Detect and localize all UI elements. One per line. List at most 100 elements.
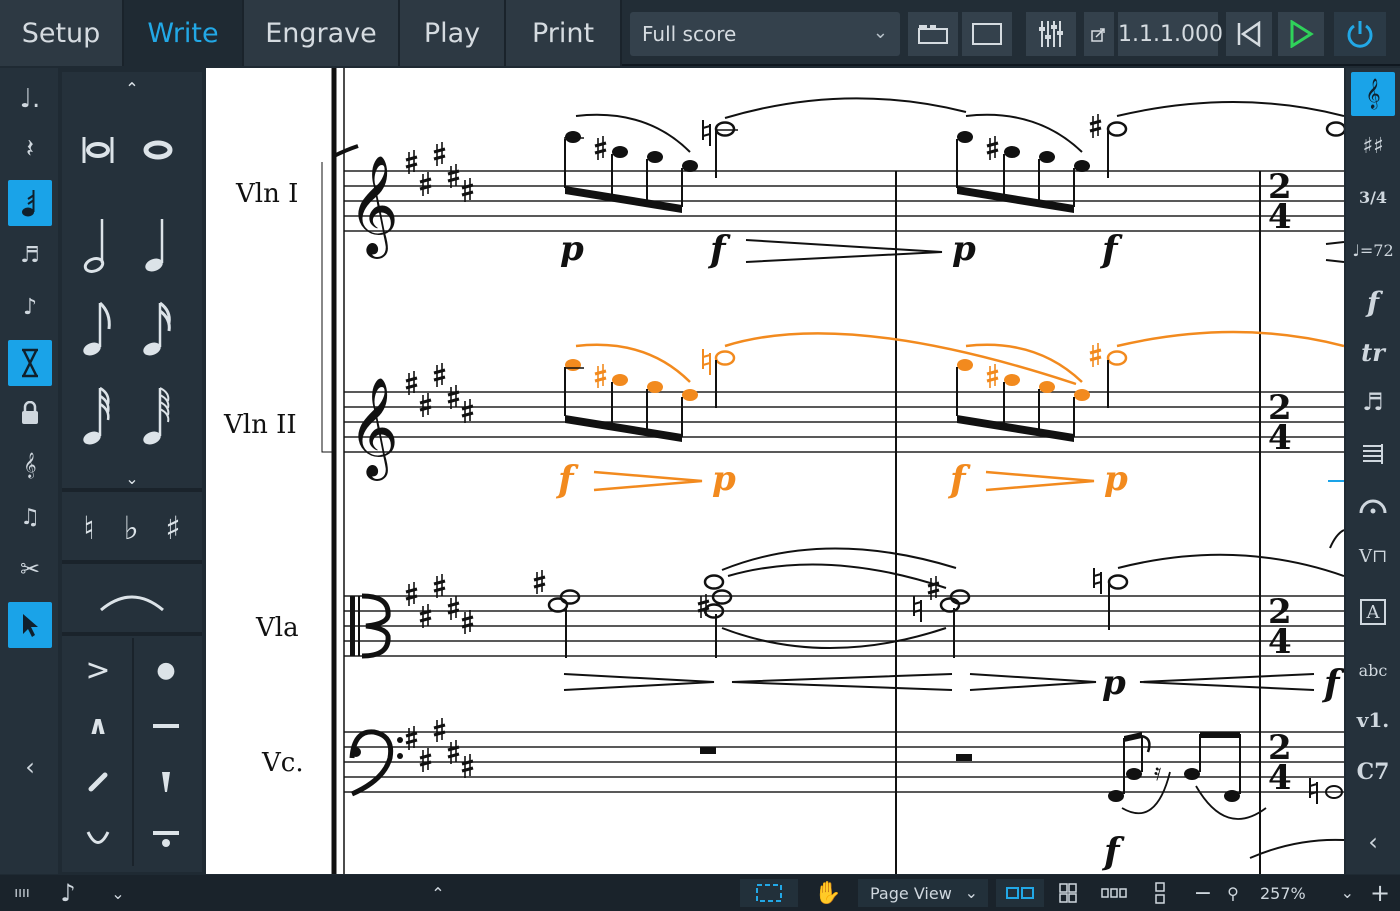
clefs-button[interactable]: 𝄞 <box>1351 72 1395 116</box>
key-signatures-button[interactable]: ♯♯ <box>1351 124 1395 168</box>
select-tool-icon <box>23 614 38 637</box>
duration-sixteenth[interactable] <box>128 294 188 364</box>
single-pages-vertical-icon <box>1155 882 1165 904</box>
time-sig-bottom: 4 <box>1268 197 1292 237</box>
zoom-icon: ⚲ <box>1227 883 1239 903</box>
duration-whole[interactable] <box>128 120 188 180</box>
dynamics-button[interactable]: f <box>1351 280 1395 324</box>
articulation-marcato[interactable]: ∧ <box>68 698 128 754</box>
text-button[interactable]: A <box>1351 590 1395 634</box>
dynamic-f: f <box>1099 229 1123 271</box>
tuplet-button[interactable]: ♬ <box>8 232 52 278</box>
articulation-staccato[interactable]: ● <box>136 642 196 698</box>
time-signatures-button[interactable]: 3/4 <box>1351 176 1395 220</box>
chord-symbols-button[interactable]: C7 <box>1351 750 1395 794</box>
single-pages-horizontal-button[interactable] <box>1094 879 1134 907</box>
expand-transport-icon <box>1091 28 1105 42</box>
duration-eighth[interactable] <box>68 294 128 364</box>
lock-duration-button[interactable] <box>8 390 52 436</box>
holds-pauses-button[interactable] <box>1351 484 1395 528</box>
double-whole-note-icon <box>82 137 114 163</box>
panel-divider <box>62 632 202 636</box>
bars-button[interactable] <box>1351 432 1395 476</box>
zoom-out-button[interactable]: − <box>1188 879 1218 907</box>
tempo-icon: ♩=72 <box>1352 240 1394 260</box>
galley-view-icon <box>918 25 948 44</box>
single-pages-vertical-button[interactable] <box>1144 879 1176 907</box>
tab-setup[interactable]: Setup <box>0 0 124 66</box>
score-view[interactable]: Vln I Vln II Vla Vc. 𝄞 𝄞 p f p f 2 4 2 4… <box>206 68 1344 874</box>
tempo-button[interactable]: ♩=72 <box>1351 228 1395 272</box>
zoom-selector[interactable]: 257% ⌄ <box>1250 879 1360 907</box>
galley-view-button[interactable] <box>908 12 958 56</box>
view-type-selector[interactable]: Page View ⌄ <box>858 879 988 907</box>
duration-32nd[interactable] <box>68 378 128 454</box>
spreads-horizontal-button[interactable] <box>996 879 1044 907</box>
scroll-down-icon[interactable]: ⌄ <box>117 466 147 490</box>
grace-note-button[interactable]: ♪ <box>8 284 52 330</box>
collapse-right-panel-button[interactable]: ‹ <box>1351 820 1395 864</box>
selection-tools-button[interactable] <box>740 879 798 907</box>
articulation-accent[interactable]: > <box>68 642 128 698</box>
scroll-up-icon[interactable]: ⌃ <box>117 76 147 100</box>
slur-button[interactable] <box>82 572 182 632</box>
accidental-sharp[interactable]: ♯ <box>152 498 194 558</box>
dynamic-p: p <box>560 229 584 269</box>
note-duration-icon[interactable]: ♪ <box>50 879 86 907</box>
rest-button[interactable]: 𝄽 <box>8 126 52 172</box>
accidental-natural[interactable]: ♮ <box>68 498 110 558</box>
lyrics-button[interactable]: abc <box>1351 648 1395 692</box>
insert-mode-icon: ♫ <box>20 504 40 530</box>
quarter-note-icon <box>145 219 164 272</box>
articulation-tenuto-staccato[interactable] <box>136 810 196 866</box>
collapse-left-panel-button[interactable]: ‹ <box>8 744 52 790</box>
dotted-note-button[interactable]: ♩. <box>8 76 52 122</box>
zoom-value: 257% <box>1260 883 1306 903</box>
play-button[interactable] <box>1278 12 1324 56</box>
transport-panel-toggle[interactable] <box>1084 12 1114 56</box>
layout-selector[interactable]: Full score ⌄ <box>630 12 900 56</box>
dynamic-f: f <box>707 229 731 271</box>
mixer-button[interactable] <box>1026 12 1076 56</box>
chevron-down-icon[interactable]: ⌄ <box>104 879 132 907</box>
select-tool-button[interactable] <box>8 602 52 648</box>
rhythmic-position-readout: 1.1.1.000 <box>1118 12 1223 56</box>
power-button[interactable] <box>1334 12 1386 56</box>
treble-clef-vln1: 𝄞 <box>348 155 399 259</box>
duration-half[interactable] <box>68 210 128 280</box>
duration-double-whole[interactable] <box>68 120 128 180</box>
tab-write[interactable]: Write <box>124 0 244 66</box>
playing-techniques-button[interactable]: V⊓ <box>1351 534 1395 578</box>
time-sig-bottom: 4 <box>1268 622 1292 662</box>
hand-tool-button[interactable]: ✋ <box>806 879 850 907</box>
repeat-button[interactable]: ♬ <box>1351 380 1395 424</box>
vla-notes <box>532 529 1344 658</box>
duration-quarter[interactable] <box>128 210 188 280</box>
viola-hairpins <box>563 673 1315 691</box>
page-view-button[interactable] <box>962 12 1012 56</box>
chord-input-button[interactable]: 𝄞 <box>8 442 52 488</box>
articulation-stress[interactable] <box>136 754 196 810</box>
articulation-tenuto[interactable] <box>136 698 196 754</box>
tab-engrave[interactable]: Engrave <box>244 0 400 66</box>
lyrics-verse-button[interactable]: v1. <box>1351 698 1395 742</box>
duration-64th[interactable] <box>128 378 188 454</box>
articulation-staccatissimo[interactable] <box>68 754 128 810</box>
ornaments-button[interactable]: tr <box>1351 330 1395 374</box>
tab-play[interactable]: Play <box>400 0 506 66</box>
articulation-unstress[interactable] <box>68 810 128 866</box>
zoom-in-button[interactable]: + <box>1366 879 1394 907</box>
note-input-mode-icon <box>22 190 35 217</box>
tab-print[interactable]: Print <box>506 0 622 66</box>
dynamic-f: f <box>1101 831 1125 873</box>
spreads-grid-button[interactable] <box>1050 879 1086 907</box>
piano-keyboard-icon[interactable]: ıııı <box>6 879 38 907</box>
accidental-flat[interactable]: ♭ <box>110 498 152 558</box>
note-input-mode-button[interactable] <box>8 180 52 226</box>
rewind-button[interactable] <box>1226 12 1272 56</box>
scissors-button[interactable]: ✂ <box>8 546 52 592</box>
diminuendo-hairpin-selected <box>985 470 1095 492</box>
chevron-up-icon[interactable]: ⌃ <box>424 879 452 907</box>
insert-mode-button[interactable]: ♫ <box>8 494 52 540</box>
force-duration-button[interactable] <box>8 340 52 386</box>
